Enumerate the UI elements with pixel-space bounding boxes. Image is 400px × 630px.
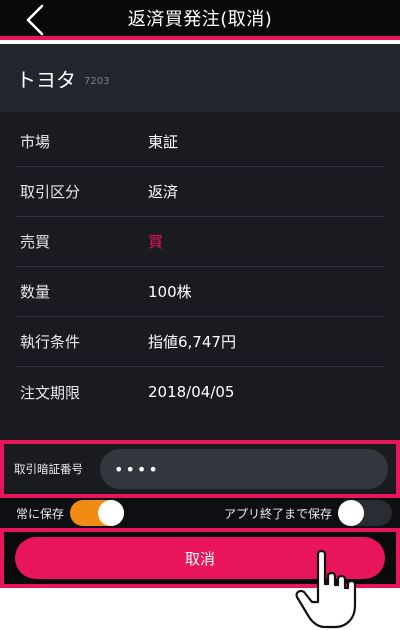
detail-row-condition: 執行条件 指値6,747円 — [16, 317, 384, 367]
detail-row-quantity: 数量 100株 — [16, 267, 384, 317]
toggle-knob — [98, 500, 125, 526]
detail-value: 指値6,747円 — [148, 333, 236, 351]
back-chevron-icon[interactable] — [22, 3, 50, 37]
stock-name: トヨタ — [16, 67, 76, 92]
order-details: 市場 東証 取引区分 返済 売買 買 数量 100株 執行条件 指値6,747円… — [0, 112, 400, 440]
app-header: 返済買発注(取消) — [0, 0, 400, 40]
detail-value-buy: 買 — [148, 233, 164, 251]
detail-label: 注文期限 — [20, 383, 81, 402]
detail-value: 2018/04/05 — [148, 383, 235, 401]
hand-pointer-icon — [295, 549, 357, 629]
detail-label: 取引区分 — [20, 183, 81, 201]
pin-section: 取引暗証番号 •••• — [0, 440, 400, 498]
save-until-exit-label: アプリ終了まで保存 — [223, 506, 332, 521]
detail-row-market: 市場 東証 — [16, 117, 384, 167]
detail-row-side: 売買 買 — [16, 217, 384, 267]
detail-label: 売買 — [20, 233, 51, 251]
detail-value: 返済 — [148, 183, 179, 201]
detail-value: 100株 — [148, 283, 192, 301]
toggle-knob — [338, 500, 364, 526]
save-until-exit-option: アプリ終了まで保存 — [224, 500, 392, 526]
save-until-exit-toggle[interactable] — [338, 500, 392, 526]
save-options: 常に保存 アプリ終了まで保存 — [0, 498, 400, 528]
detail-label: 執行条件 — [20, 333, 81, 351]
stock-code: 7203 — [84, 75, 110, 87]
detail-value: 東証 — [148, 133, 179, 151]
detail-label: 数量 — [20, 283, 51, 301]
always-save-label: 常に保存 — [16, 506, 65, 521]
pin-label: 取引暗証番号 — [14, 462, 83, 476]
pin-input[interactable]: •••• — [100, 449, 388, 489]
detail-row-expiry: 注文期限 2018/04/05 — [16, 367, 384, 417]
detail-label: 市場 — [20, 133, 51, 151]
always-save-toggle[interactable] — [70, 500, 125, 526]
always-save-option: 常に保存 — [16, 500, 125, 526]
page-title: 返済買発注(取消) — [127, 9, 273, 30]
stock-info: トヨタ 7203 — [0, 44, 400, 112]
detail-row-trade-type: 取引区分 返済 — [16, 167, 384, 217]
